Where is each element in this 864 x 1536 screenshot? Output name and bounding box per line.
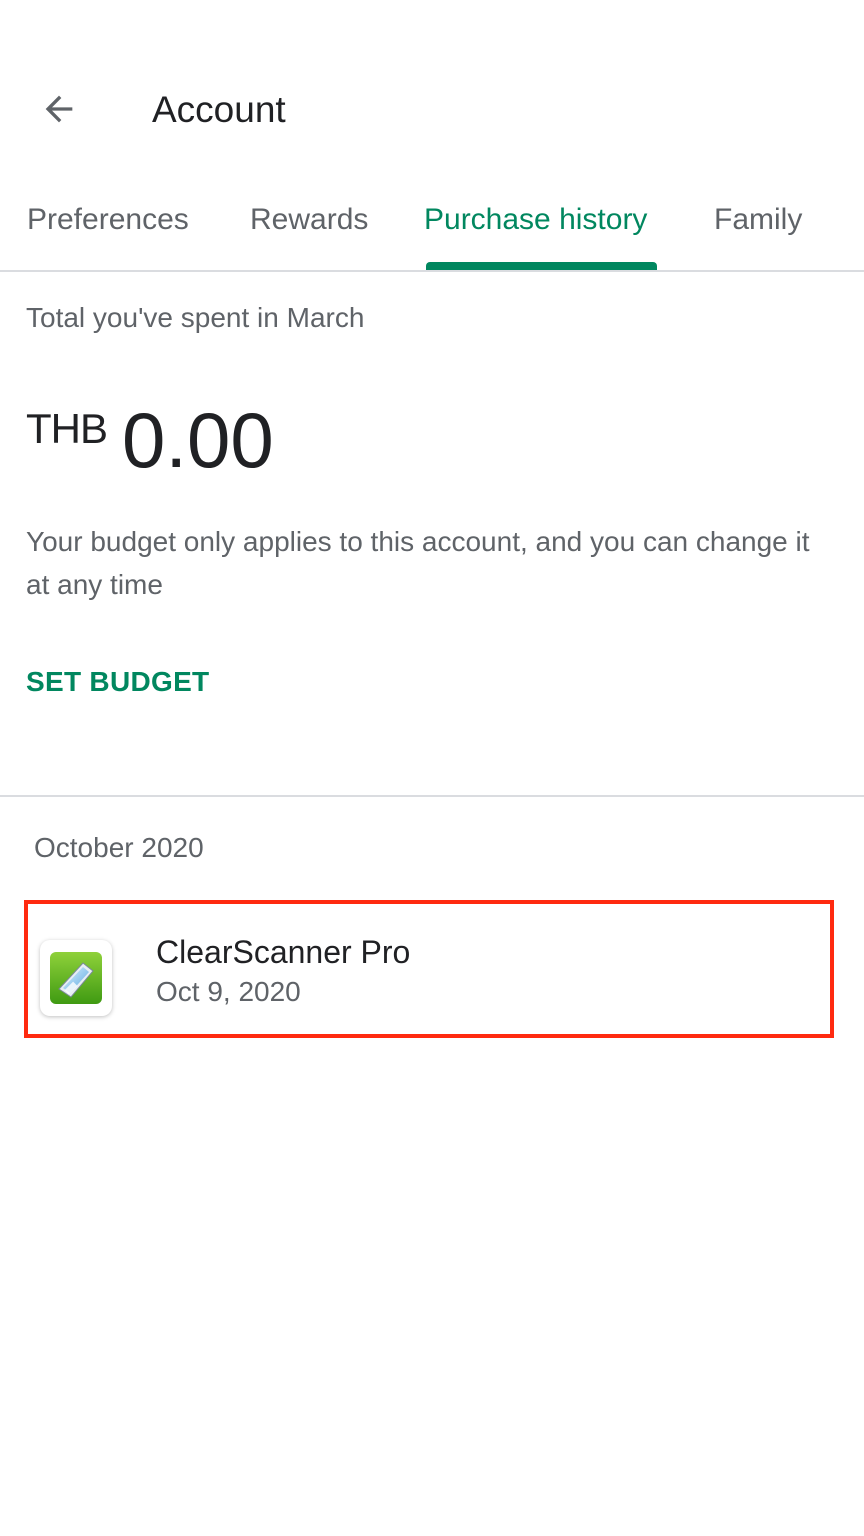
budget-description: Your budget only applies to this account… [26, 526, 810, 600]
account-screen: Account Preferences Rewards Purchase his… [0, 0, 864, 1536]
tab-preferences[interactable]: Preferences [27, 198, 189, 242]
section-divider [0, 795, 864, 797]
arrow-back-icon [45, 95, 73, 123]
app-bar: Account [0, 0, 864, 170]
purchase-item[interactable]: ClearScanner Pro Oct 9, 2020 [24, 900, 834, 1038]
tab-family[interactable]: Family [714, 198, 802, 242]
set-budget-button[interactable]: SET BUDGET [26, 660, 209, 704]
purchase-item-name: ClearScanner Pro [156, 934, 411, 970]
amount-value: 0.00 [122, 396, 274, 484]
tab-rewards[interactable]: Rewards [250, 198, 368, 242]
purchase-item-date: Oct 9, 2020 [156, 976, 301, 1007]
currency-code: THB [26, 405, 108, 452]
month-header: October 2020 [34, 832, 204, 863]
spent-label: Total you've spent in March [26, 302, 365, 333]
back-button[interactable] [22, 72, 96, 146]
tab-purchase-history[interactable]: Purchase history [424, 198, 647, 242]
tab-bar: Preferences Rewards Purchase history Fam… [0, 180, 864, 272]
app-icon-container [40, 940, 112, 1016]
page-title: Account [152, 89, 286, 130]
active-tab-indicator [426, 262, 657, 270]
clearscanner-app-icon [50, 952, 102, 1004]
